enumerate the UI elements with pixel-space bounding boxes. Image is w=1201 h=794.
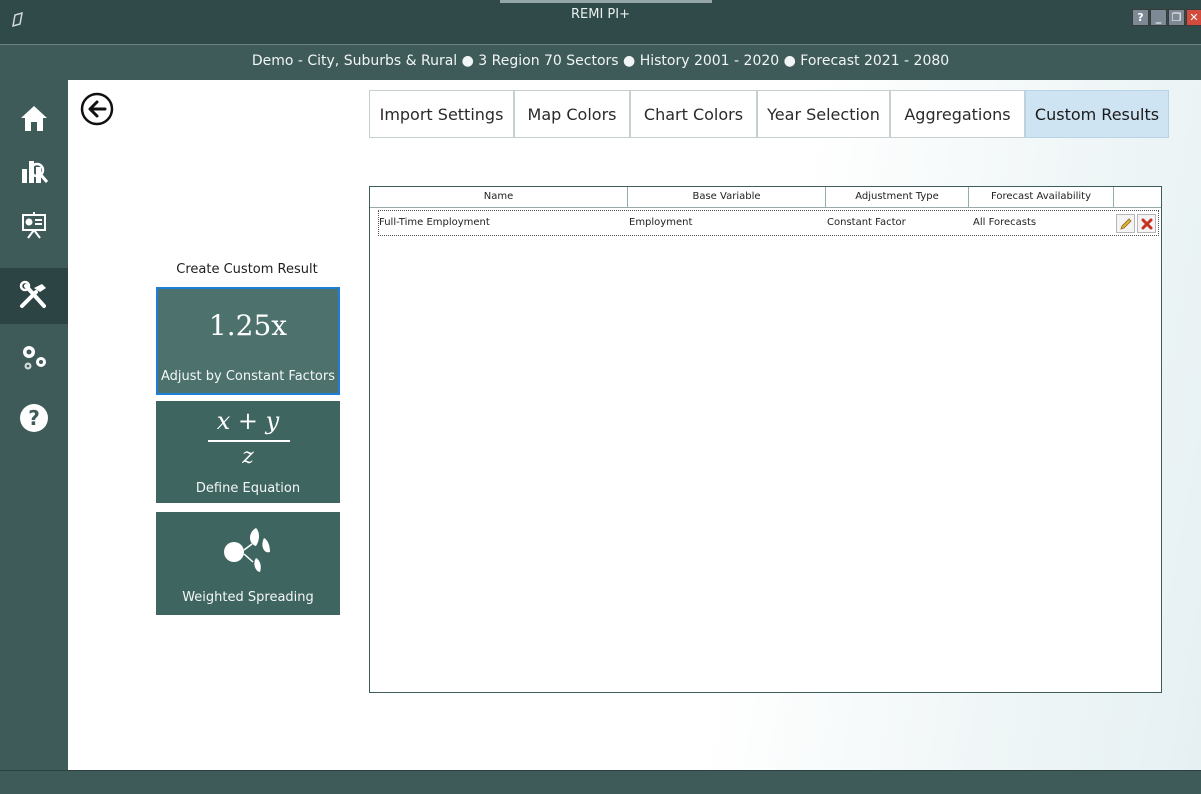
tab-import-settings[interactable]: Import Settings	[369, 90, 514, 138]
sidebar: ?	[0, 80, 68, 770]
results-chart-icon	[22, 161, 49, 183]
home-icon	[21, 106, 47, 131]
cell-adjustment-type: Constant Factor	[827, 217, 906, 228]
constant-factor-formula: 1.25x	[208, 309, 288, 342]
adjust-constant-factors-label: Adjust by Constant Factors	[161, 369, 335, 384]
column-header-name[interactable]: Name	[370, 187, 628, 207]
tab-year-selection[interactable]: Year Selection	[757, 90, 890, 138]
minimize-button[interactable]: _	[1150, 9, 1167, 26]
title-bar: REMI PI+ ? _ ❐ ✕	[0, 0, 1201, 45]
window-title: REMI PI+	[571, 7, 630, 22]
sidebar-item-settings[interactable]	[0, 330, 68, 386]
pencil-icon	[1119, 217, 1132, 230]
delete-x-icon	[1141, 218, 1152, 229]
delete-button[interactable]	[1137, 214, 1156, 233]
equation-numerator: x + y	[216, 407, 280, 435]
close-button[interactable]: ✕	[1186, 9, 1201, 26]
sidebar-item-help[interactable]: ?	[0, 390, 68, 446]
settings-gears-icon	[23, 346, 46, 370]
sidebar-item-tools[interactable]	[0, 268, 68, 324]
main-content: Import Settings Map Colors Chart Colors …	[68, 80, 1201, 770]
define-equation-label: Define Equation	[195, 481, 301, 496]
column-header-forecast-availability[interactable]: Forecast Availability	[969, 187, 1114, 207]
column-header-base-variable[interactable]: Base Variable	[628, 187, 826, 207]
sidebar-item-presentation[interactable]	[0, 198, 68, 254]
presentation-icon	[22, 212, 46, 239]
edit-button[interactable]	[1116, 214, 1135, 233]
status-bar	[0, 770, 1201, 794]
weighted-spreading-icon	[224, 528, 270, 572]
equation-denominator: z	[242, 444, 254, 469]
restore-button[interactable]: ❐	[1168, 9, 1185, 26]
cell-base-variable: Employment	[629, 217, 693, 228]
column-header-actions	[1114, 187, 1161, 207]
column-header-adjustment-type[interactable]: Adjustment Type	[826, 187, 969, 207]
cell-name: Full-Time Employment	[379, 217, 490, 228]
tab-aggregations[interactable]: Aggregations	[890, 90, 1025, 138]
create-custom-result-title: Create Custom Result	[176, 262, 318, 277]
help-window-button[interactable]: ?	[1132, 9, 1149, 26]
sidebar-item-home[interactable]	[0, 90, 68, 146]
tools-icon	[19, 280, 46, 308]
tab-map-colors[interactable]: Map Colors	[514, 90, 630, 138]
sidebar-item-results[interactable]	[0, 142, 68, 198]
table-header: Name Base Variable Adjustment Type Forec…	[370, 187, 1161, 208]
fraction-bar	[208, 440, 290, 442]
back-arrow-icon[interactable]	[80, 92, 114, 126]
adjust-constant-factors-button[interactable]: 1.25x Adjust by Constant Factors	[156, 287, 340, 395]
tab-chart-colors[interactable]: Chart Colors	[630, 90, 757, 138]
model-summary: Demo - City, Suburbs & Rural ● 3 Region …	[0, 45, 1201, 80]
define-equation-button[interactable]: x + y z Define Equation	[156, 401, 340, 503]
custom-results-table: Name Base Variable Adjustment Type Forec…	[369, 186, 1162, 693]
weighted-spreading-label: Weighted Spreading	[182, 590, 314, 605]
tab-custom-results[interactable]: Custom Results	[1025, 90, 1169, 138]
help-icon: ?	[20, 404, 48, 432]
cell-forecast-availability: All Forecasts	[973, 217, 1037, 228]
svg-text:?: ?	[28, 406, 40, 430]
table-row[interactable]: Full-Time Employment Employment Constant…	[378, 210, 1159, 236]
weighted-spreading-button[interactable]: Weighted Spreading	[156, 512, 340, 615]
